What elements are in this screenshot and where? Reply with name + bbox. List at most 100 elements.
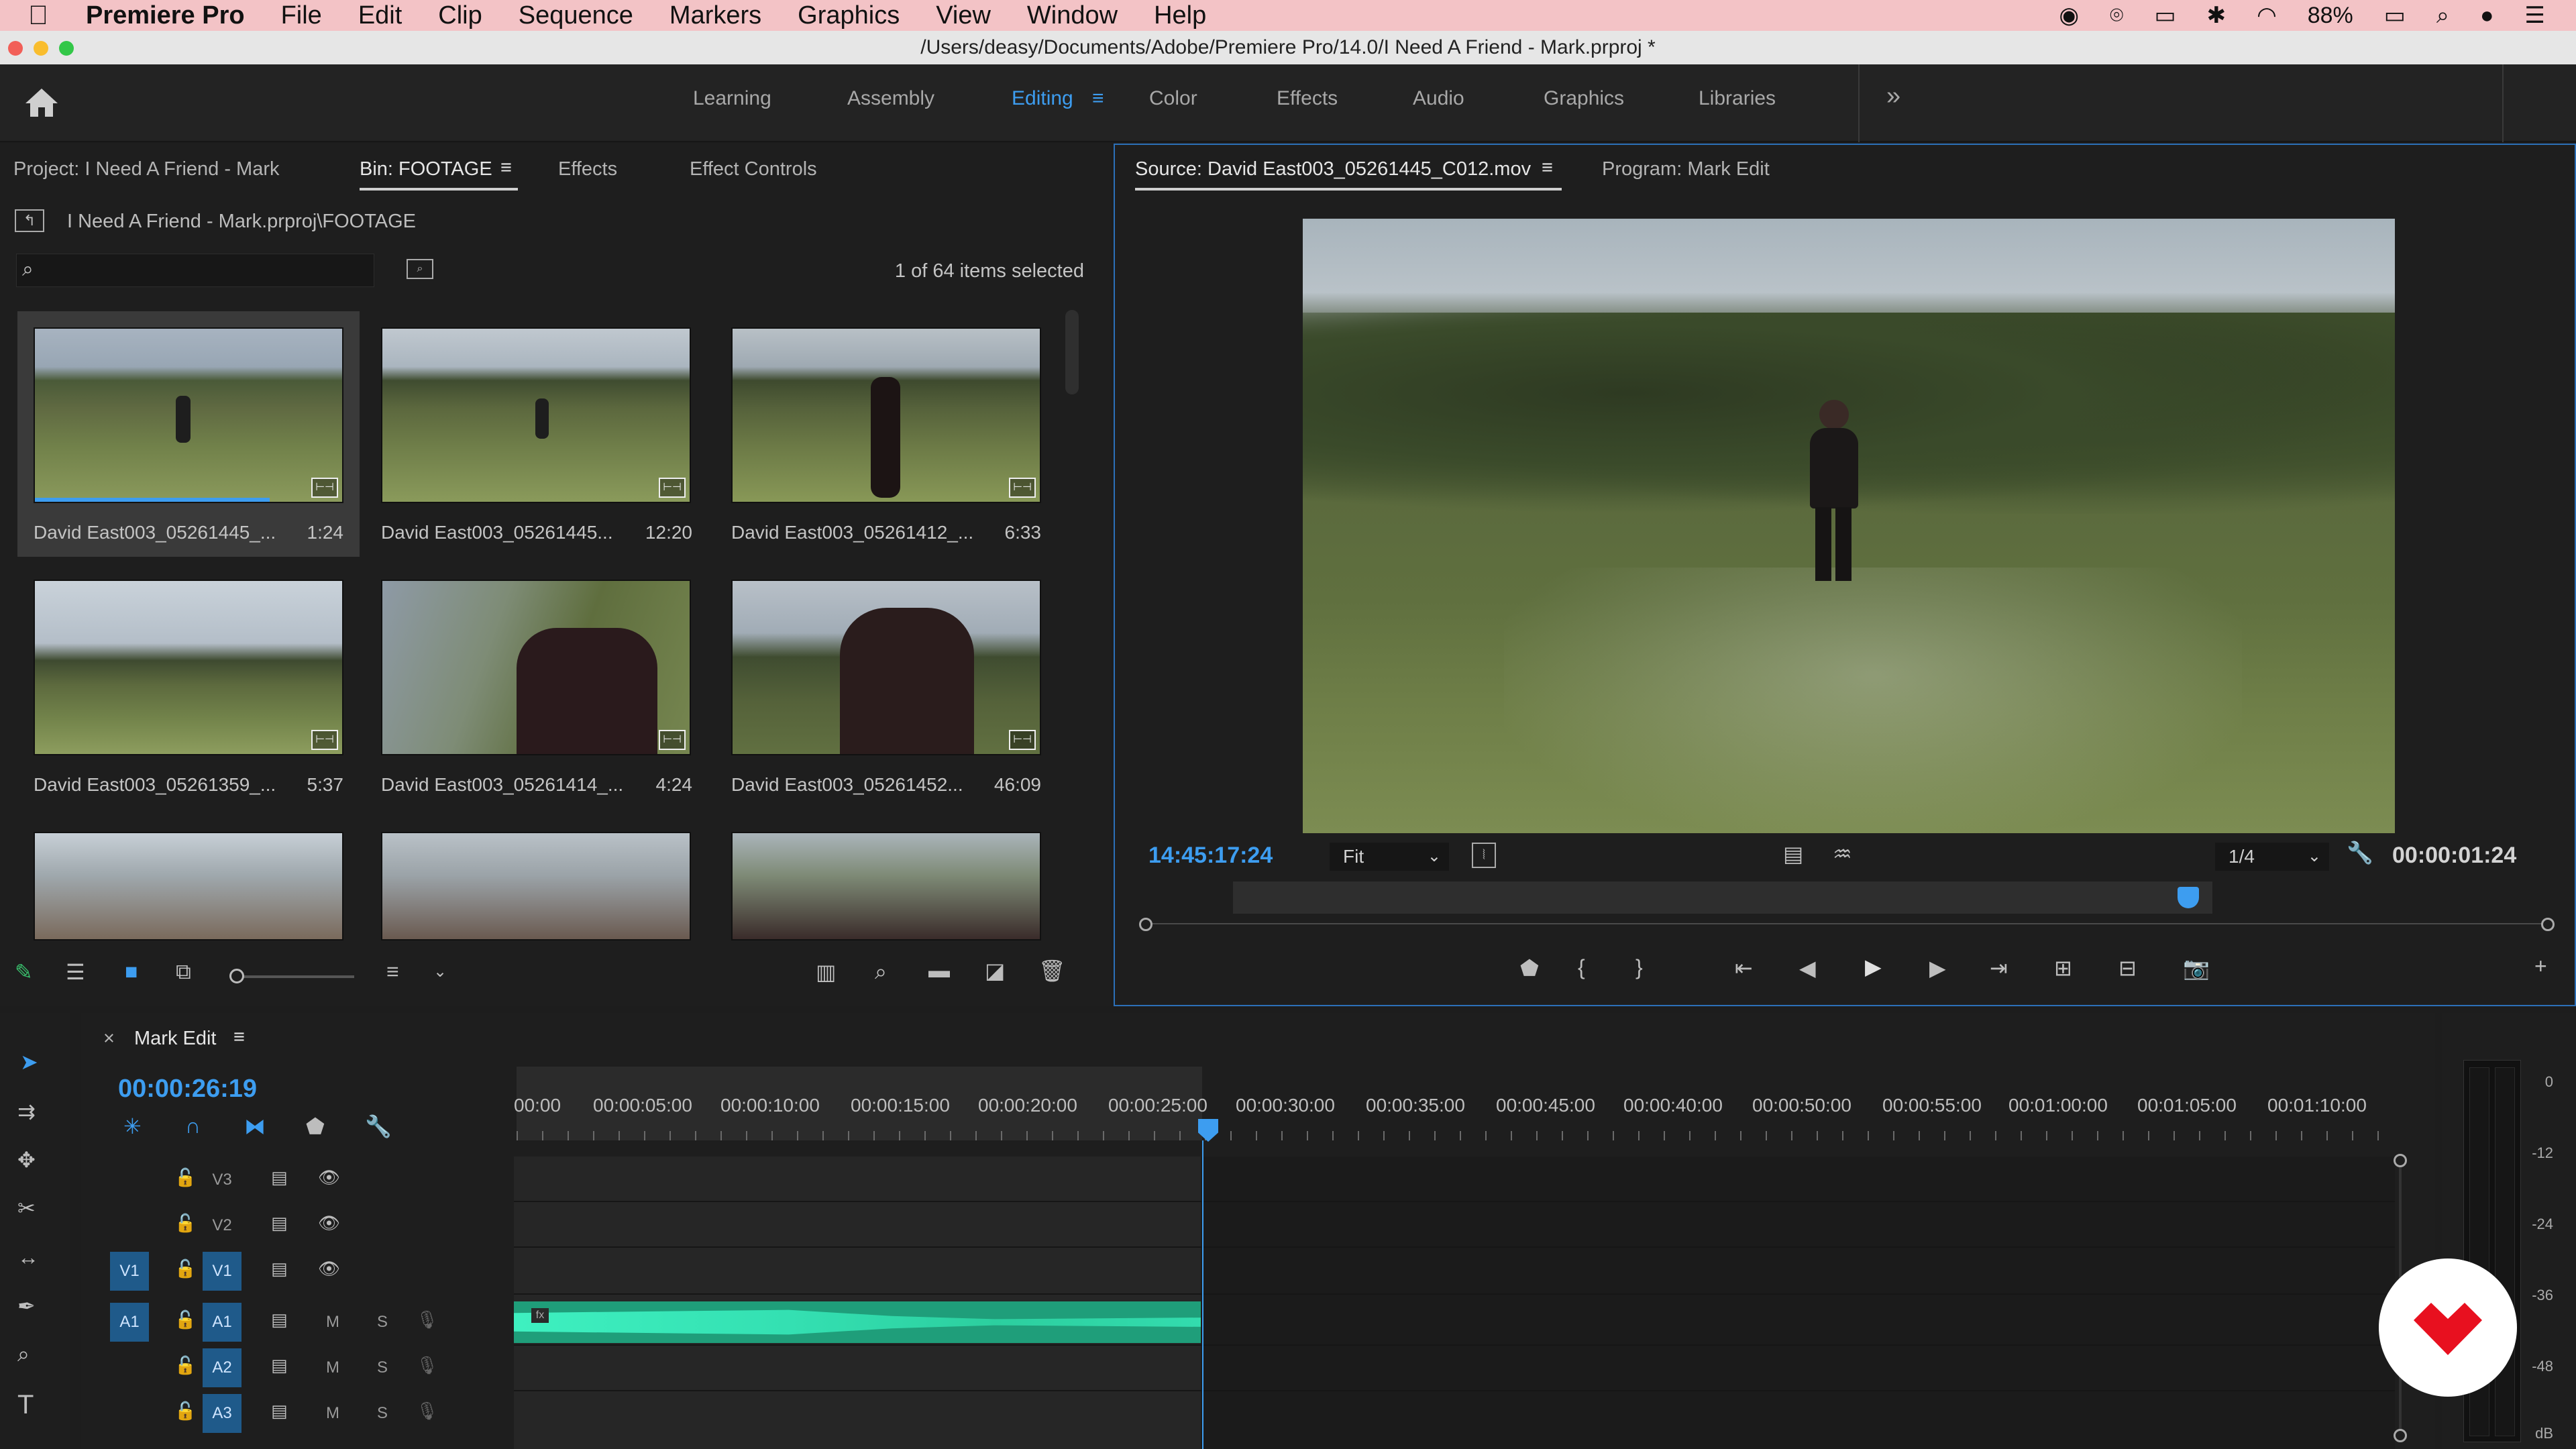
- go-to-out-icon[interactable]: ⇥: [1990, 955, 2008, 981]
- list-view-icon[interactable]: ☰: [66, 959, 85, 985]
- button-editor-plus-icon[interactable]: +: [2534, 954, 2547, 979]
- snap-magnet-icon[interactable]: ∩: [185, 1114, 201, 1138]
- close-sequence-icon[interactable]: ×: [103, 1028, 115, 1050]
- wifi-icon[interactable]: ◠: [2257, 2, 2277, 29]
- lock-icon[interactable]: 🔓: [174, 1167, 196, 1188]
- menu-view[interactable]: View: [936, 1, 991, 30]
- bin-menu-icon[interactable]: ≡: [500, 157, 512, 179]
- workspace-learning[interactable]: Learning: [693, 87, 771, 110]
- automate-to-sequence-icon[interactable]: ▥: [816, 959, 836, 985]
- menu-sequence[interactable]: Sequence: [519, 1, 633, 30]
- mute-button[interactable]: M: [319, 1348, 346, 1387]
- microphone-icon[interactable]: 🎙: [416, 1309, 438, 1330]
- clip-thumbnail[interactable]: ⊢⊣: [381, 580, 691, 755]
- chevron-down-icon[interactable]: ⌄: [433, 962, 447, 981]
- find-icon[interactable]: ⌕: [407, 259, 433, 279]
- playback-resolution-select[interactable]: 1/4 ⌄: [2215, 843, 2329, 871]
- source-zoom-bar[interactable]: [1142, 923, 2551, 924]
- sync-lock-icon[interactable]: ▤: [271, 1355, 288, 1376]
- track-select-tool-icon[interactable]: ⇉: [17, 1099, 36, 1124]
- solo-button[interactable]: S: [369, 1348, 396, 1387]
- tab-project[interactable]: Project: I Need A Friend - Mark: [13, 158, 279, 180]
- selection-tool-icon[interactable]: ➤: [20, 1049, 38, 1075]
- sync-lock-icon[interactable]: ▤: [271, 1258, 288, 1279]
- clip-thumbnail[interactable]: [381, 832, 691, 941]
- zoom-window-button[interactable]: [59, 41, 74, 56]
- freeform-view-icon[interactable]: ⧉: [176, 959, 191, 985]
- timeline-settings-wrench-icon[interactable]: 🔧: [365, 1114, 392, 1139]
- scroll-handle-bottom[interactable]: [2394, 1429, 2407, 1442]
- zoom-bar-end-handle[interactable]: [2541, 918, 2555, 931]
- tab-source[interactable]: Source: David East003_05261445_C012.mov: [1135, 158, 1531, 180]
- sync-lock-icon[interactable]: ▤: [271, 1309, 288, 1330]
- lock-icon[interactable]: 🔓: [174, 1401, 196, 1421]
- clip-thumbnail[interactable]: ⊢⊣: [731, 327, 1041, 503]
- close-window-button[interactable]: [8, 41, 23, 56]
- tab-sequence[interactable]: Mark Edit: [134, 1028, 216, 1050]
- export-frame-camera-icon[interactable]: 📷: [2183, 955, 2210, 981]
- clip-thumbnail[interactable]: ⊢⊣: [731, 580, 1041, 755]
- tab-effect-controls[interactable]: Effect Controls: [690, 158, 817, 180]
- tab-effects[interactable]: Effects: [558, 158, 617, 180]
- audio-clip[interactable]: fx: [514, 1301, 1201, 1343]
- safe-margins-icon[interactable]: ⦚: [1472, 843, 1496, 868]
- razor-tool-icon[interactable]: ✂: [17, 1195, 36, 1221]
- source-patch-a1[interactable]: A1: [110, 1303, 149, 1342]
- zoom-fit-select[interactable]: Fit ⌄: [1330, 843, 1449, 871]
- workspace-libraries[interactable]: Libraries: [1699, 87, 1776, 110]
- workspace-editing-menu-icon[interactable]: ≡: [1092, 87, 1104, 110]
- airplay-icon[interactable]: ▭: [2154, 2, 2176, 29]
- menu-file[interactable]: File: [281, 1, 322, 30]
- slip-tool-icon[interactable]: ↔: [17, 1245, 39, 1270]
- minimize-window-button[interactable]: [34, 41, 48, 56]
- control-center-icon[interactable]: ☰: [2525, 2, 2545, 29]
- menu-help[interactable]: Help: [1154, 1, 1206, 30]
- step-back-icon[interactable]: ◀: [1799, 955, 1816, 981]
- lock-icon[interactable]: 🔓: [174, 1309, 196, 1330]
- pen-tool-icon[interactable]: ✒: [17, 1293, 36, 1319]
- overwrite-icon[interactable]: ⊟: [2118, 955, 2137, 981]
- scroll-handle-top[interactable]: [2394, 1154, 2407, 1167]
- wrench-settings-icon[interactable]: 🔧: [2347, 840, 2373, 865]
- battery-icon[interactable]: ▭: [2384, 2, 2406, 29]
- solo-button[interactable]: S: [369, 1394, 396, 1433]
- track-label[interactable]: V1: [203, 1252, 241, 1291]
- nest-toggle-icon[interactable]: ✳: [123, 1114, 142, 1139]
- zoom-tool-icon[interactable]: ⌕: [17, 1342, 30, 1367]
- broadcast-icon[interactable]: ⌾: [2110, 3, 2123, 29]
- record-icon[interactable]: ◉: [2059, 2, 2079, 29]
- mute-button[interactable]: M: [319, 1303, 346, 1342]
- workspace-editing[interactable]: Editing: [1012, 87, 1073, 110]
- trash-icon[interactable]: 🗑: [1038, 958, 1066, 983]
- siri-icon[interactable]: ●: [2480, 3, 2494, 29]
- menu-edit[interactable]: Edit: [358, 1, 402, 30]
- clip-thumbnail[interactable]: ⊢⊣: [34, 327, 343, 503]
- workspace-graphics[interactable]: Graphics: [1544, 87, 1624, 110]
- new-bin-folder-icon[interactable]: ▬: [928, 958, 950, 983]
- solo-button[interactable]: S: [369, 1303, 396, 1342]
- write-protect-pencil-icon[interactable]: ✎: [15, 959, 33, 985]
- clip-thumbnail[interactable]: ⊢⊣: [34, 580, 343, 755]
- linked-selection-icon[interactable]: ⧓: [244, 1114, 266, 1139]
- sort-icons-icon[interactable]: ≡: [386, 959, 399, 984]
- drag-audio-only-icon[interactable]: ♒: [1833, 841, 1852, 867]
- insert-icon[interactable]: ⊞: [2054, 955, 2072, 981]
- track-label[interactable]: A1: [203, 1303, 241, 1342]
- workspace-color[interactable]: Color: [1149, 87, 1197, 110]
- clip-thumbnail[interactable]: [34, 832, 343, 941]
- workspace-assembly[interactable]: Assembly: [847, 87, 934, 110]
- workspace-audio[interactable]: Audio: [1413, 87, 1464, 110]
- workspace-effects[interactable]: Effects: [1277, 87, 1338, 110]
- thumbnail-zoom-slider[interactable]: [229, 969, 354, 983]
- icon-view-icon[interactable]: ■: [125, 959, 138, 984]
- lock-icon[interactable]: 🔓: [174, 1258, 196, 1279]
- drag-video-only-icon[interactable]: ▤: [1783, 841, 1803, 867]
- eye-icon[interactable]: 👁: [318, 1167, 340, 1188]
- source-timecode[interactable]: 14:45:17:24: [1148, 843, 1273, 869]
- step-forward-icon[interactable]: ▶: [1929, 955, 1946, 981]
- clip-thumbnail[interactable]: [731, 832, 1041, 941]
- add-marker-icon[interactable]: ⬟: [1520, 955, 1539, 981]
- spotlight-search-icon[interactable]: ⌕: [2436, 3, 2449, 29]
- mark-out-icon[interactable]: }: [1635, 955, 1643, 980]
- clip-thumbnail[interactable]: ⊢⊣: [381, 327, 691, 503]
